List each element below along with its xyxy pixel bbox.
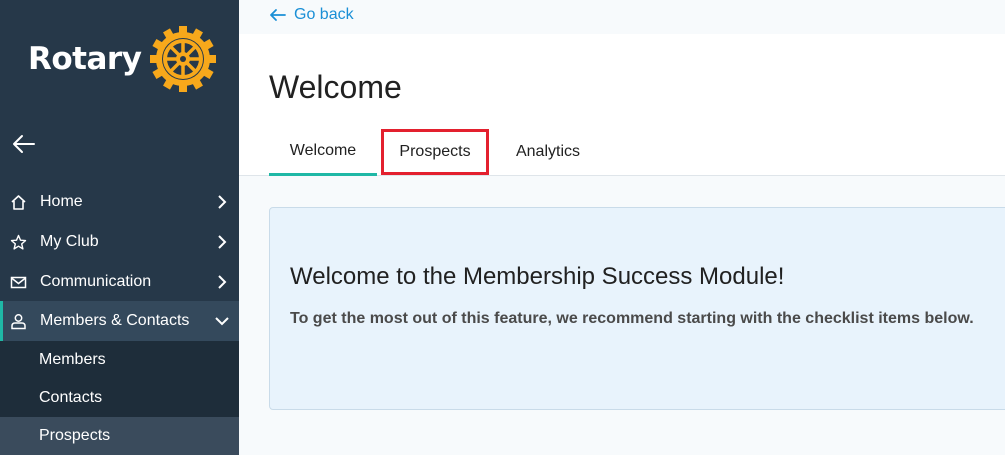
sidebar-subitem-label: Members	[39, 351, 106, 368]
star-icon	[10, 234, 27, 250]
sidebar-subitem-label: Contacts	[39, 389, 103, 406]
sidebar-item-members-contacts[interactable]: Members & Contacts	[0, 301, 239, 341]
go-back-label: Go back	[294, 6, 354, 23]
main-content: Go back Welcome Welcome Prospects Analyt…	[239, 0, 1005, 455]
user-icon	[11, 313, 26, 329]
arrow-left-icon	[270, 9, 286, 21]
welcome-card: Welcome to the Membership Success Module…	[269, 207, 1005, 410]
sidebar: Rotary Home My Club Communication Member…	[0, 0, 239, 455]
sidebar-item-label: Members & Contacts	[40, 312, 190, 329]
card-title: Welcome to the Membership Success Module…	[290, 263, 785, 290]
sidebar-item-label: Home	[40, 193, 83, 210]
chevron-right-icon	[218, 235, 227, 249]
chevron-down-icon	[215, 317, 229, 326]
tab-prospects[interactable]: Prospects	[381, 129, 489, 175]
sidebar-subitem-prospects[interactable]: Prospects	[0, 417, 239, 455]
rotary-wheel-icon	[150, 26, 217, 92]
active-indicator	[0, 301, 3, 341]
mail-icon	[10, 276, 27, 288]
page-title: Welcome	[269, 69, 402, 105]
sidebar-item-communication[interactable]: Communication	[0, 262, 239, 302]
sidebar-item-label: Communication	[40, 273, 152, 290]
arrow-left-icon[interactable]	[10, 132, 38, 156]
chevron-right-icon	[218, 195, 227, 209]
tab-welcome[interactable]: Welcome	[269, 128, 377, 176]
home-icon	[11, 194, 26, 210]
rotary-logo[interactable]: Rotary	[28, 24, 217, 94]
sidebar-item-home[interactable]: Home	[0, 182, 239, 222]
sidebar-subitem-contacts[interactable]: Contacts	[0, 379, 239, 417]
go-back-link[interactable]: Go back	[269, 6, 354, 24]
tab-analytics[interactable]: Analytics	[493, 128, 603, 176]
sidebar-item-my-club[interactable]: My Club	[0, 222, 239, 262]
card-description: To get the most out of this feature, we …	[290, 310, 974, 327]
topbar: Go back	[239, 0, 1005, 34]
sidebar-subitem-label: Prospects	[39, 427, 111, 444]
page-header: Welcome Welcome Prospects Analytics	[239, 34, 1005, 176]
chevron-right-icon	[218, 275, 227, 289]
brand-name: Rotary	[28, 41, 142, 77]
sidebar-subitem-members[interactable]: Members	[0, 341, 239, 379]
sidebar-item-label: My Club	[40, 233, 99, 250]
